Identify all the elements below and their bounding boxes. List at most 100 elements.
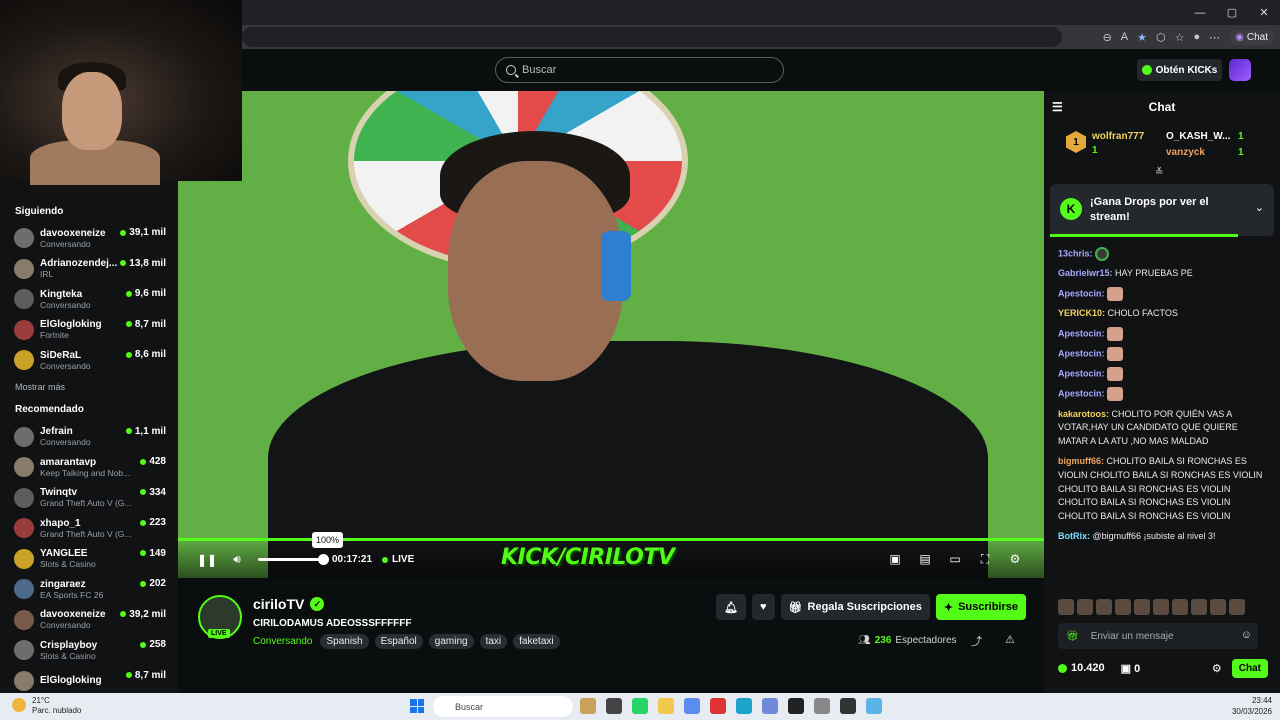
sidebar-item[interactable]: zingaraez EA Sports FC 26 202	[0, 574, 178, 605]
sidebar-item[interactable]: davooxeneize Conversando 39,1 mil	[0, 223, 178, 254]
notepad-icon[interactable]	[866, 698, 882, 714]
avatar-icon[interactable]: ●	[1193, 31, 1200, 43]
channel-points[interactable]: 10.420	[1058, 662, 1105, 674]
sidebar-item[interactable]: ElGlogloking 8,7 mil	[0, 666, 178, 694]
zoom-icon[interactable]: ⊖	[1103, 31, 1112, 44]
sidebar-item[interactable]: xhapo_1 Grand Theft Auto V (G... 223	[0, 513, 178, 544]
miniplayer-button[interactable]: ▣	[880, 544, 910, 574]
chevron-down-icon[interactable]: ⌄	[1255, 201, 1264, 214]
emote-icon[interactable]	[1115, 599, 1131, 615]
emote-icon[interactable]	[1134, 599, 1150, 615]
sidebar-item[interactable]: Crisplayboy Slots & Casino 258	[0, 635, 178, 666]
channel-name[interactable]: ciriloTV	[253, 596, 304, 612]
terminal-icon[interactable]	[788, 698, 804, 714]
taskbar-app-icon[interactable]	[606, 698, 622, 714]
report-icon[interactable]: ⚠	[1005, 633, 1015, 646]
collapse-chat-icon[interactable]: ☰	[1052, 100, 1063, 114]
emote-icon[interactable]	[1191, 599, 1207, 615]
theater-button[interactable]: ▭	[940, 544, 970, 574]
settings-button[interactable]: ⚙	[1000, 544, 1030, 574]
volume-knob[interactable]	[318, 554, 329, 565]
emote-icon[interactable]	[1058, 599, 1074, 615]
send-chat-button[interactable]: Chat	[1231, 658, 1268, 678]
fullscreen-button[interactable]: ⛶	[970, 544, 1000, 574]
minimize-icon[interactable]: —	[1184, 0, 1216, 25]
taskbar-app-icon[interactable]	[710, 698, 726, 714]
gift-icon[interactable]: 🎁︎	[1066, 631, 1079, 642]
favorites-icon[interactable]: ☆	[1175, 31, 1185, 44]
copilot-chat-button[interactable]: ◉ Chat	[1229, 29, 1274, 45]
notifications-button[interactable]: 🔔︎	[716, 594, 747, 620]
emote-icon[interactable]	[1096, 599, 1112, 615]
get-kicks-button[interactable]: Obtén KICKs	[1137, 59, 1222, 81]
tag-chip[interactable]: taxi	[479, 634, 508, 649]
sidebar-item[interactable]: Kingteka Conversando 9,6 mil	[0, 284, 178, 315]
chat-username[interactable]: Apestocin:	[1058, 369, 1105, 379]
chat-username[interactable]: BotRix:	[1058, 531, 1090, 541]
sidebar-item[interactable]: ElGlogloking Fortnite 8,7 mil	[0, 315, 178, 346]
extensions-icon[interactable]: ⬡	[1156, 31, 1166, 44]
close-icon[interactable]: ✕	[1248, 0, 1280, 25]
sidebar-item[interactable]: Jefrain Conversando 1,1 mil	[0, 422, 178, 453]
chat-username[interactable]: Apestocin:	[1058, 288, 1105, 298]
maximize-icon[interactable]: ▢	[1216, 0, 1248, 25]
clip-button[interactable]: ▤	[910, 544, 940, 574]
chat-username[interactable]: Gabrielwr15:	[1058, 268, 1113, 278]
drops-banner[interactable]: K ¡Gana Drops por ver el stream! ⌄	[1050, 184, 1274, 236]
chat-username[interactable]: Apestocin:	[1058, 328, 1105, 338]
sidebar-item[interactable]: YANGLEE Slots & Casino 149	[0, 544, 178, 575]
star-icon[interactable]: ★	[1137, 31, 1147, 44]
address-bar[interactable]	[242, 27, 1062, 47]
emote-icon[interactable]	[1210, 599, 1226, 615]
more-icon[interactable]: ⋯	[1209, 31, 1220, 44]
discord-icon[interactable]	[762, 698, 778, 714]
leader-name-2[interactable]: O_KASH_W...	[1166, 131, 1230, 142]
profile-avatar[interactable]	[1229, 59, 1251, 81]
live-indicator[interactable]: LIVE	[382, 554, 414, 565]
volume-slider[interactable]	[258, 554, 329, 565]
gift-subs-button[interactable]: 🎁︎ Regala Suscripciones	[780, 594, 930, 620]
taskbar-app-icon[interactable]	[684, 698, 700, 714]
chat-username[interactable]: Apestocin:	[1058, 348, 1105, 358]
tag-chip[interactable]: Español	[374, 634, 423, 649]
edge-icon[interactable]	[736, 698, 752, 714]
leader-name-1[interactable]: wolfran777	[1092, 131, 1144, 142]
chat-settings-icon[interactable]: ⚙	[1212, 662, 1222, 675]
chat-username[interactable]: Apestocin:	[1058, 389, 1105, 399]
show-more-link[interactable]: Mostrar más	[0, 376, 178, 398]
explorer-icon[interactable]	[658, 698, 674, 714]
chat-username[interactable]: bigmuff66:	[1058, 456, 1104, 466]
category-link[interactable]: Conversando	[253, 636, 312, 647]
search-input[interactable]: Buscar	[495, 57, 784, 83]
chat-username[interactable]: 13chris:	[1058, 248, 1093, 258]
volume-button[interactable]: 🔊︎	[222, 545, 252, 575]
taskbar-app-icon[interactable]	[814, 698, 830, 714]
emote-icon[interactable]	[1153, 599, 1169, 615]
pinned-icon[interactable]: ≚	[1155, 167, 1163, 178]
system-clock[interactable]: 23:44 30/03/2026	[1232, 695, 1272, 717]
tag-chip[interactable]: Spanish	[320, 634, 369, 649]
chat-username[interactable]: YERICK10:	[1058, 308, 1105, 318]
sidebar-item[interactable]: SiDeRaL Conversando 8,6 mil	[0, 345, 178, 376]
pause-button[interactable]: ❚❚	[192, 545, 222, 575]
weather-widget[interactable]: 21°C Parc. nublado	[12, 696, 81, 716]
emote-icon[interactable]	[1077, 599, 1093, 615]
follow-button[interactable]: ♥	[752, 594, 775, 620]
obs-icon[interactable]	[840, 698, 856, 714]
read-aloud-icon[interactable]: A	[1121, 31, 1128, 43]
sidebar-item[interactable]: amarantavp Keep Talking and Nob... 428	[0, 452, 178, 483]
taskbar-app-icon[interactable]	[580, 698, 596, 714]
share-icon[interactable]: ⤴	[971, 633, 982, 649]
chat-input[interactable]: 🎁︎ Enviar un mensaje ☺	[1058, 623, 1258, 649]
sidebar-item[interactable]: davooxeneize Conversando 39,2 mil	[0, 605, 178, 636]
leader-name-3[interactable]: vanzyck	[1166, 147, 1205, 158]
start-icon[interactable]	[410, 699, 424, 713]
emoji-icon[interactable]: ☺	[1241, 629, 1252, 641]
sidebar-item[interactable]: Adrianozendej... IRL 13,8 mil	[0, 254, 178, 285]
sidebar-item[interactable]: Twinqtv Grand Theft Auto V (G... 334	[0, 483, 178, 514]
emote-icon[interactable]	[1229, 599, 1245, 615]
tag-chip[interactable]: faketaxi	[513, 634, 560, 649]
tag-chip[interactable]: gaming	[428, 634, 474, 649]
taskbar-search[interactable]: Buscar	[433, 696, 573, 717]
subscribe-button[interactable]: ✦ Suscribirse	[935, 594, 1026, 620]
